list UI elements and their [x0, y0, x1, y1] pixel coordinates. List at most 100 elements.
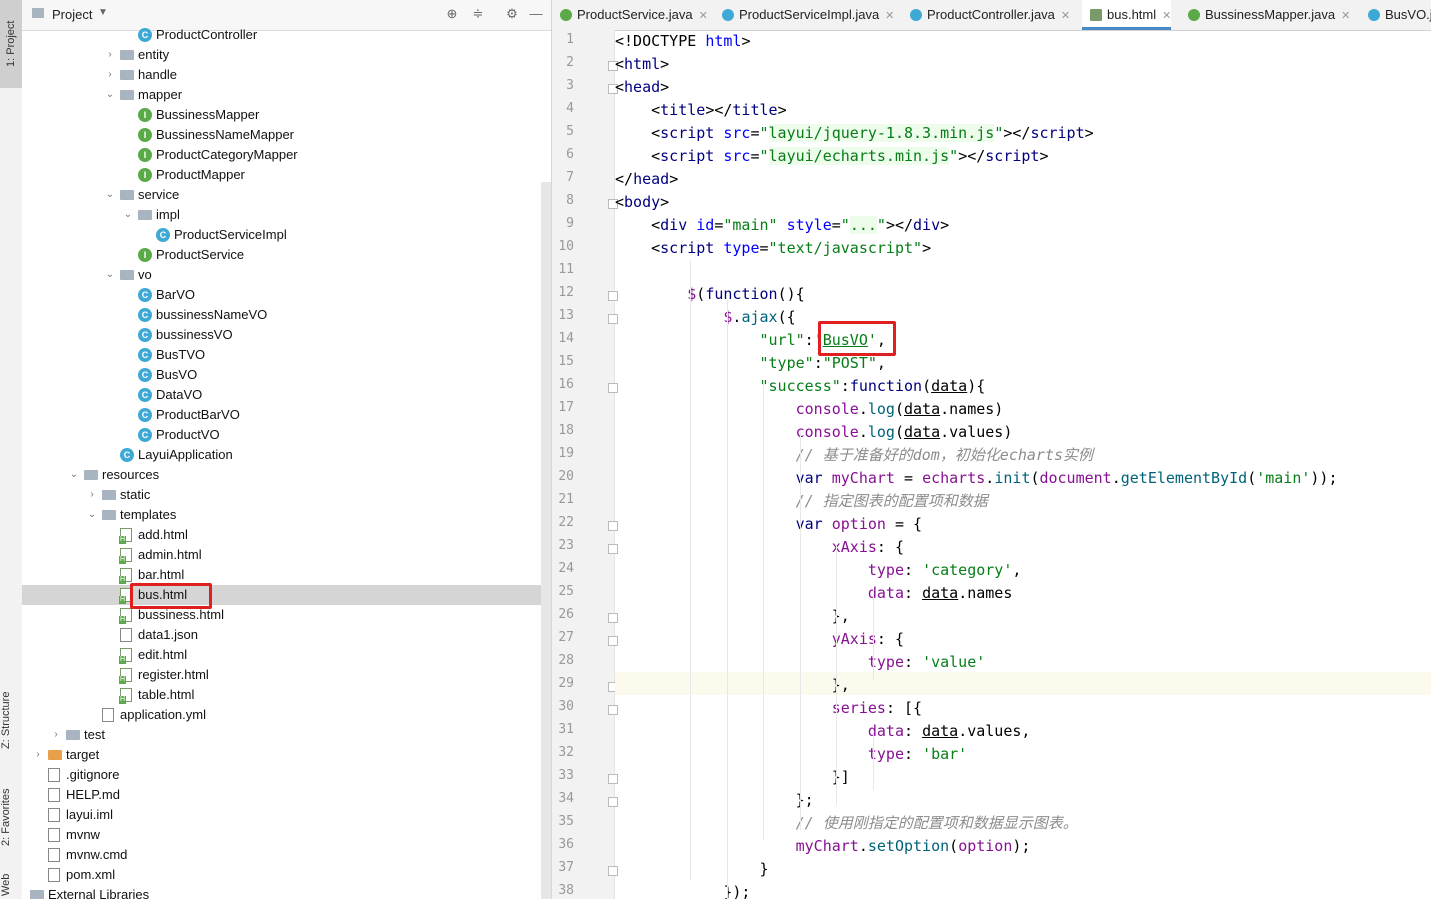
editor-tab[interactable]: ProductController.java ✕	[902, 0, 1070, 30]
tree-item[interactable]: C BarVO	[22, 285, 541, 305]
code-line: <script type="text/javascript">	[615, 239, 932, 257]
tree-item[interactable]: admin.html	[22, 545, 541, 565]
tree-item[interactable]: bar.html	[22, 565, 541, 585]
iface-icon	[1188, 8, 1200, 21]
file-icon	[120, 628, 132, 642]
editor-tab[interactable]: ProductServiceImpl.java ✕	[714, 0, 894, 30]
html-icon	[1090, 8, 1102, 21]
editor-tab[interactable]: ProductService.java ✕	[552, 0, 708, 30]
tree-item[interactable]: HELP.md	[22, 785, 541, 805]
close-icon[interactable]: ✕	[1061, 10, 1070, 22]
editor-tab[interactable]: BussinessMapper.java ✕	[1180, 0, 1350, 30]
locate-icon[interactable]: ⊕	[444, 6, 460, 22]
tree-item[interactable]: ⌄ mapper	[22, 85, 541, 105]
highlight-box-url	[818, 321, 896, 356]
tree-item[interactable]: pom.xml	[22, 865, 541, 885]
html-icon	[119, 688, 132, 704]
tree-item[interactable]: bus.html	[22, 585, 541, 605]
code-line: <!DOCTYPE html>	[615, 32, 751, 50]
tree-item[interactable]: › handle	[22, 65, 541, 85]
editor-tab[interactable]: BusVO.j	[1360, 0, 1431, 30]
code-line: myChart.setOption(option);	[795, 837, 1031, 855]
tree-item[interactable]: ⌄ impl	[22, 205, 541, 225]
collapse-all-icon[interactable]: ≑	[470, 6, 486, 22]
tree-item[interactable]: CbussinessNameVO	[22, 305, 541, 325]
chevron-right-icon[interactable]: ›	[104, 45, 116, 65]
tree-item[interactable]: register.html	[22, 665, 541, 685]
tree-item[interactable]: ⌄ resources	[22, 465, 541, 485]
tree-item[interactable]: I ProductService	[22, 245, 541, 265]
editor-tab[interactable]: bus.html ✕	[1082, 0, 1172, 30]
tree-item[interactable]: › External Libraries	[22, 885, 541, 899]
tree-item[interactable]: table.html	[22, 685, 541, 705]
tree-item[interactable]: I BussinessMapper	[22, 105, 541, 125]
chevron-right-icon[interactable]: ›	[86, 485, 98, 505]
line-number: 16	[558, 377, 574, 392]
panel-title[interactable]: Project	[52, 7, 92, 22]
tree-item[interactable]: data1.json	[22, 625, 541, 645]
tree-item[interactable]: › test	[22, 725, 541, 745]
chevron-right-icon[interactable]: ›	[32, 745, 44, 765]
hide-icon[interactable]: —	[528, 6, 544, 22]
code-line: series: [{	[831, 699, 923, 717]
chevron-down-icon[interactable]: ▼	[98, 7, 108, 18]
line-number: 31	[558, 722, 574, 737]
project-tool-tab[interactable]: 1: Project	[0, 0, 22, 88]
panel-scrollbar[interactable]	[541, 182, 551, 899]
code-line: }	[615, 860, 769, 878]
tree-item[interactable]: ⌄ service	[22, 185, 541, 205]
close-icon[interactable]: ✕	[1341, 10, 1350, 22]
tree-item[interactable]: › static	[22, 485, 541, 505]
tree-item[interactable]: I ProductMapper	[22, 165, 541, 185]
web-tool-tab[interactable]: Web	[0, 870, 22, 899]
tree-item[interactable]: C ProductBarVO	[22, 405, 541, 425]
chevron-right-icon[interactable]: ›	[104, 65, 116, 85]
tree-item[interactable]: C ProductServiceImpl	[22, 225, 541, 245]
tree-item[interactable]: .gitignore	[22, 765, 541, 785]
tree-item-label: data1.json	[138, 627, 198, 642]
chevron-down-icon[interactable]: ⌄	[104, 185, 116, 205]
tree-item[interactable]: ⌄ templates	[22, 505, 541, 525]
tree-item[interactable]: C LayuiApplication	[22, 445, 541, 465]
line-number: 21	[558, 492, 574, 507]
tree-item-label: mvnw	[66, 827, 100, 842]
chevron-down-icon[interactable]: ⌄	[104, 265, 116, 285]
tree-item[interactable]: application.yml	[22, 705, 541, 725]
close-icon[interactable]: ✕	[885, 10, 894, 22]
tree-item[interactable]: I ProductCategoryMapper	[22, 145, 541, 165]
tree-item[interactable]: C ProductVO	[22, 425, 541, 445]
gear-icon[interactable]: ⚙	[504, 6, 520, 22]
tree-item[interactable]: CbussinessVO	[22, 325, 541, 345]
tree-item[interactable]: ⌄ vo	[22, 265, 541, 285]
chevron-right-icon[interactable]: ›	[22, 885, 26, 899]
chevron-right-icon[interactable]: ›	[50, 725, 62, 745]
tree-item[interactable]: add.html	[22, 525, 541, 545]
tree-item[interactable]: C BusTVO	[22, 345, 541, 365]
tree-item[interactable]: › entity	[22, 45, 541, 65]
chevron-down-icon[interactable]: ⌄	[68, 465, 80, 485]
favorites-tool-tab[interactable]: 2: Favorites	[0, 775, 22, 860]
tree-item[interactable]: mvnw.cmd	[22, 845, 541, 865]
tree-item[interactable]: C ProductController	[22, 25, 541, 45]
code-editor[interactable]: <!DOCTYPE html> <html> <head> <title></tit…	[615, 30, 1431, 899]
chevron-down-icon[interactable]: ⌄	[104, 85, 116, 105]
close-icon[interactable]: ✕	[699, 10, 708, 22]
tree-item[interactable]: › target	[22, 745, 541, 765]
tree-item[interactable]: C BusVO	[22, 365, 541, 385]
line-number: 5	[566, 124, 574, 139]
editor-tab-label: ProductController.java	[927, 7, 1055, 22]
tree-item[interactable]: I BussinessNameMapper	[22, 125, 541, 145]
tree-item[interactable]: C DataVO	[22, 385, 541, 405]
line-number: 1	[566, 32, 574, 47]
chevron-down-icon[interactable]: ⌄	[86, 505, 98, 525]
tree-item[interactable]: bussiness.html	[22, 605, 541, 625]
close-icon[interactable]: ✕	[1162, 10, 1171, 22]
class-icon: C	[138, 28, 152, 42]
tree-item[interactable]: layui.iml	[22, 805, 541, 825]
tree-item[interactable]: edit.html	[22, 645, 541, 665]
code-line: }]	[615, 768, 850, 786]
tree-item-label: service	[138, 187, 180, 202]
chevron-down-icon[interactable]: ⌄	[122, 205, 134, 225]
structure-tool-tab[interactable]: Z: Structure	[0, 680, 22, 760]
tree-item[interactable]: mvnw	[22, 825, 541, 845]
